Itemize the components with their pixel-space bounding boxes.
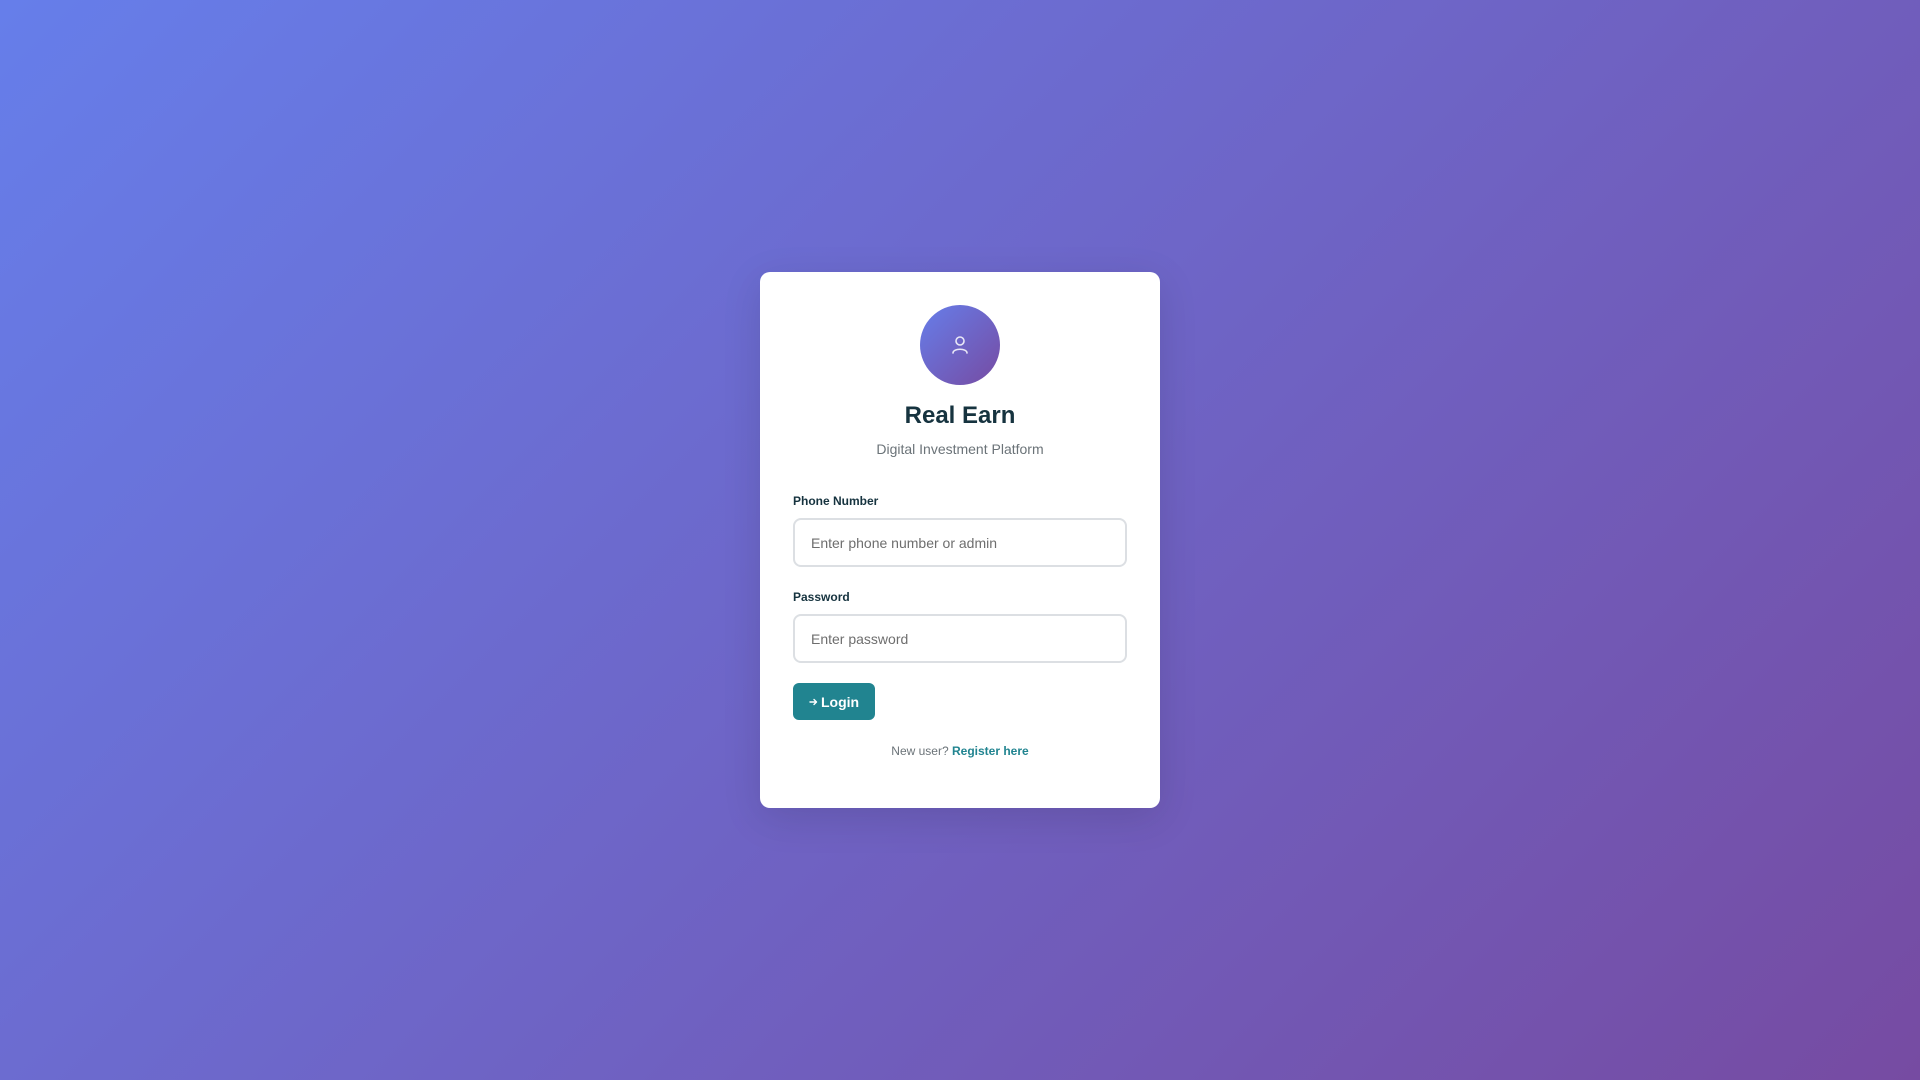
register-link[interactable]: Register here <box>952 744 1029 758</box>
user-icon <box>950 335 970 355</box>
app-subtitle: Digital Investment Platform <box>876 441 1044 457</box>
login-form: Phone Number Password Login <box>793 493 1127 720</box>
password-field-group: Password <box>793 589 1127 663</box>
app-title: Real Earn <box>904 402 1016 429</box>
phone-field-group: Phone Number <box>793 493 1127 567</box>
login-button[interactable]: Login <box>793 683 876 720</box>
logo-badge <box>920 305 1000 385</box>
register-prompt: New user? Register here <box>793 744 1127 758</box>
phone-label: Phone Number <box>793 494 879 508</box>
password-input[interactable] <box>793 614 1127 663</box>
register-prompt-text: New user? <box>891 744 949 758</box>
logo-wrapper <box>793 305 1127 385</box>
password-label: Password <box>793 590 850 604</box>
login-button-label: Login <box>821 693 860 710</box>
sign-in-icon <box>809 696 819 708</box>
phone-input[interactable] <box>793 518 1127 567</box>
login-card: Real Earn Digital Investment Platform Ph… <box>760 272 1160 808</box>
